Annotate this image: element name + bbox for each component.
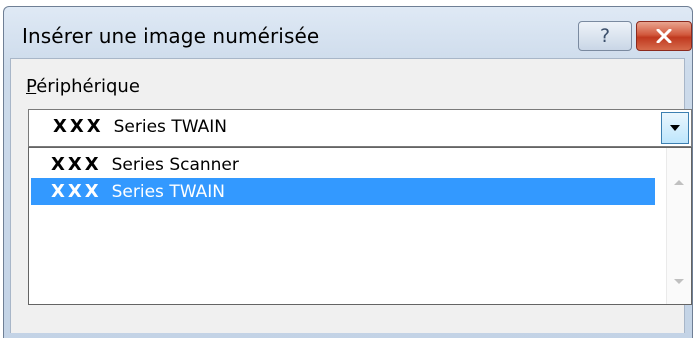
chevron-down-icon xyxy=(670,125,680,131)
device-combobox[interactable]: XXX Series TWAIN xyxy=(28,109,692,147)
dropdown-arrow-button[interactable] xyxy=(661,112,689,144)
device-label-text: ériphérique xyxy=(36,76,140,97)
help-button[interactable]: ? xyxy=(578,21,632,51)
device-dropdown-list[interactable]: XXX Series Scanner XXX Series TWAIN xyxy=(28,147,692,305)
device-label: Périphérique xyxy=(26,76,140,97)
list-item-text: Series Scanner xyxy=(111,154,239,175)
close-icon xyxy=(656,29,672,43)
list-item-text: Series TWAIN xyxy=(111,181,225,202)
help-icon: ? xyxy=(599,25,611,47)
list-item-twain[interactable]: XXX Series TWAIN xyxy=(31,178,655,205)
scroll-up-icon[interactable] xyxy=(674,180,684,185)
combobox-value: XXX Series TWAIN xyxy=(53,116,227,137)
dropdown-scrollbar[interactable] xyxy=(666,148,691,304)
combobox-brand: XXX xyxy=(53,116,104,137)
list-item-scanner[interactable]: XXX Series Scanner xyxy=(31,151,655,178)
list-item-brand: XXX xyxy=(51,154,102,175)
device-label-mnemonic: P xyxy=(26,76,37,97)
dialog-title: Insérer une image numérisée xyxy=(22,24,320,48)
scroll-down-icon[interactable] xyxy=(674,279,684,284)
close-button[interactable] xyxy=(636,21,692,51)
combobox-text: Series TWAIN xyxy=(113,117,227,137)
list-item-brand: XXX xyxy=(51,181,102,202)
